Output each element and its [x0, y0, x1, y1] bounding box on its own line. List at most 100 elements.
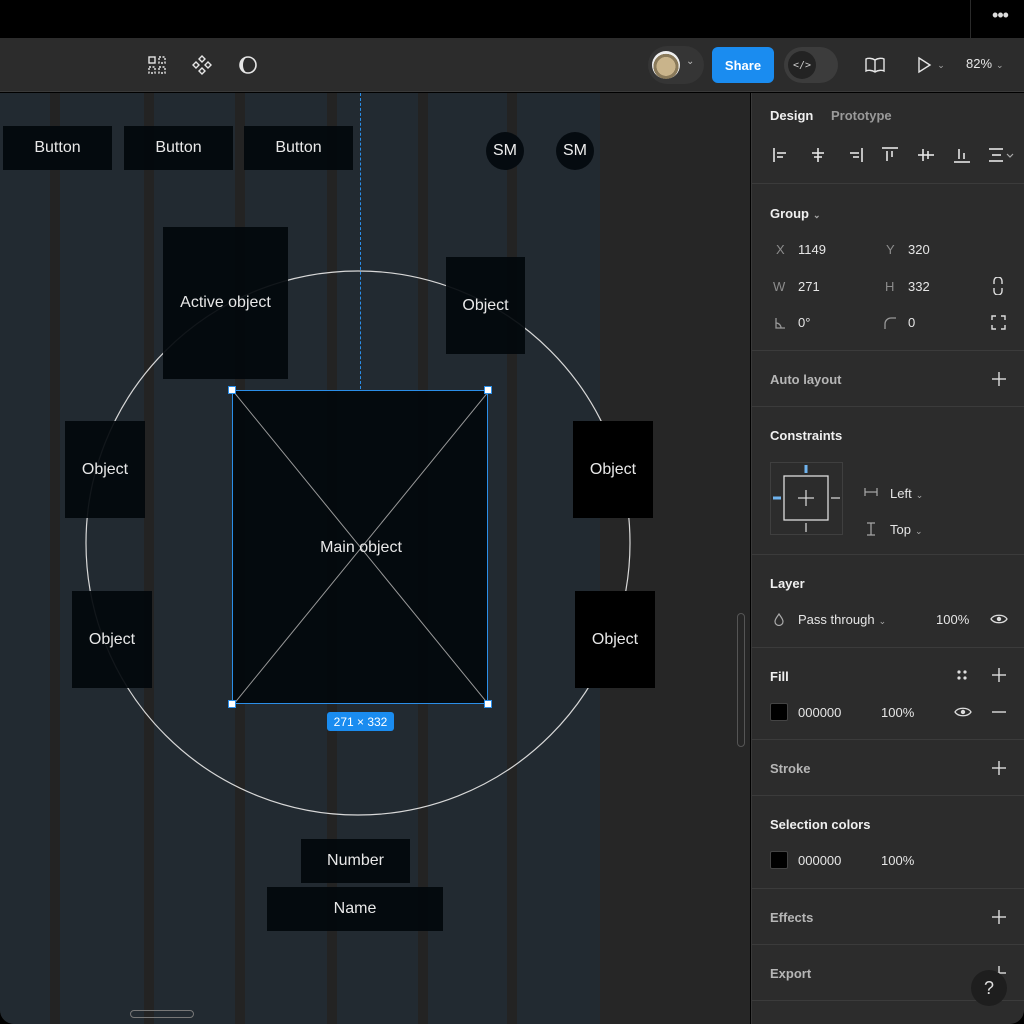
vertical-scrollbar[interactable]	[737, 613, 745, 747]
corner-radius-input[interactable]: 0	[908, 315, 915, 330]
layer-section: Layer Pass through ⌄ 100%	[752, 555, 1024, 648]
rotation-input[interactable]: 0°	[798, 315, 810, 330]
selection-color-swatch[interactable]	[770, 851, 788, 869]
tab-design[interactable]: Design	[770, 108, 813, 123]
chevron-down-icon: ⌄	[915, 490, 924, 500]
present-play-button[interactable]: ⌄	[910, 52, 950, 78]
x-input[interactable]: 1149	[798, 242, 826, 257]
user-avatar-menu[interactable]: ⌄	[648, 46, 704, 84]
components-icon[interactable]	[189, 52, 215, 78]
remove-fill-icon[interactable]	[991, 704, 1007, 720]
h-label: H	[885, 279, 895, 294]
zoom-level-value: 82%	[966, 56, 993, 71]
object-block[interactable]: Object	[575, 591, 655, 688]
blend-mode-dropdown[interactable]: Pass through ⌄	[798, 612, 886, 627]
add-auto-layout-icon[interactable]	[991, 371, 1007, 387]
avatar	[652, 51, 680, 79]
design-canvas[interactable]: Button Button Button SM SM Active object…	[0, 93, 750, 1024]
w-label: W	[773, 279, 786, 294]
constrain-proportions-icon[interactable]	[992, 277, 1004, 295]
add-effect-icon[interactable]	[991, 909, 1007, 925]
corner-radius-icon	[884, 317, 896, 329]
number-block[interactable]: Number	[301, 839, 410, 883]
toolbar: ⌄ Share </> ⌄ 82% ⌄	[0, 38, 1024, 92]
chevron-down-icon: ⌄	[878, 616, 887, 626]
add-stroke-icon[interactable]	[991, 760, 1007, 776]
align-right-icon[interactable]	[842, 145, 866, 165]
code-icon: </>	[788, 51, 816, 79]
independent-corners-icon[interactable]	[991, 315, 1006, 330]
align-vertical-center-icon[interactable]	[914, 145, 938, 165]
panel-header-section: Design Prototype	[752, 93, 1024, 184]
selection-color-hex[interactable]: 000000	[798, 853, 841, 868]
resize-handle-top-right[interactable]	[484, 386, 492, 394]
object-block[interactable]: Object	[573, 421, 653, 518]
object-block[interactable]: Object	[446, 257, 525, 354]
horizontal-constraint-dropdown[interactable]: Left ⌄	[890, 486, 923, 501]
fill-hex-input[interactable]: 000000	[798, 705, 841, 720]
dev-mode-toggle[interactable]: </>	[784, 47, 838, 83]
avatar-sm[interactable]: SM	[556, 132, 594, 170]
object-block[interactable]: Object	[65, 421, 145, 518]
contrast-theme-icon[interactable]	[235, 52, 261, 78]
group-title: Group	[770, 206, 809, 221]
avatar-sm[interactable]: SM	[486, 132, 524, 170]
horizontal-constraint-icon	[864, 488, 878, 496]
chevron-down-icon: ⌄	[914, 526, 923, 536]
window-top-bar: •••	[0, 0, 1024, 38]
align-left-icon[interactable]	[770, 145, 794, 165]
export-title: Export	[770, 966, 812, 981]
vertical-constraint-icon	[867, 522, 875, 536]
eye-icon[interactable]	[954, 706, 972, 718]
object-block[interactable]: Object	[72, 591, 152, 688]
button-block[interactable]: Button	[244, 126, 353, 170]
alignment-toolbar	[770, 145, 1016, 165]
horizontal-scrollbar[interactable]	[130, 1010, 194, 1018]
group-section: Group ⌄ X 1149 Y 320 W 271 H 332 0° 0	[752, 184, 1024, 351]
help-button[interactable]: ?	[971, 970, 1007, 1006]
layer-opacity-input[interactable]: 100%	[936, 612, 969, 627]
width-input[interactable]: 271	[798, 279, 820, 294]
group-dropdown[interactable]: Group ⌄	[770, 206, 821, 221]
main-object-selection[interactable]: Main object	[228, 386, 492, 708]
layer-title: Layer	[770, 576, 805, 591]
share-button[interactable]: Share	[712, 47, 774, 83]
main-object-label: Main object	[320, 539, 402, 556]
rotation-icon	[775, 318, 785, 329]
grid-component-icon[interactable]	[144, 52, 170, 78]
button-block[interactable]: Button	[3, 126, 112, 170]
blend-mode-value: Pass through	[798, 612, 875, 627]
align-bottom-icon[interactable]	[950, 145, 974, 165]
stroke-title: Stroke	[770, 761, 811, 776]
align-top-icon[interactable]	[878, 145, 902, 165]
name-block[interactable]: Name	[267, 887, 443, 931]
zoom-level-dropdown[interactable]: 82% ⌄	[966, 56, 1004, 71]
resize-handle-bottom-left[interactable]	[228, 700, 236, 708]
height-input[interactable]: 332	[908, 279, 930, 294]
eye-icon[interactable]	[990, 613, 1008, 625]
style-grid-icon[interactable]	[956, 669, 968, 681]
add-fill-icon[interactable]	[991, 667, 1007, 683]
fill-color-swatch[interactable]	[770, 703, 788, 721]
blend-mode-drop-icon	[774, 613, 784, 626]
fill-opacity-input[interactable]: 100%	[881, 705, 914, 720]
library-book-icon[interactable]	[862, 52, 888, 78]
vertical-constraint-dropdown[interactable]: Top ⌄	[890, 522, 923, 537]
constraints-widget[interactable]	[770, 462, 843, 535]
resize-handle-top-left[interactable]	[228, 386, 236, 394]
auto-layout-title: Auto layout	[770, 372, 842, 387]
align-horizontal-center-icon[interactable]	[806, 145, 830, 165]
auto-layout-section: Auto layout	[752, 351, 1024, 407]
selection-color-opacity[interactable]: 100%	[881, 853, 914, 868]
resize-handle-bottom-right[interactable]	[484, 700, 492, 708]
active-object[interactable]: Active object	[163, 227, 288, 379]
fill-section: Fill 000000 100%	[752, 648, 1024, 740]
y-input[interactable]: 320	[908, 242, 930, 257]
distribute-spacing-icon[interactable]	[986, 145, 1016, 165]
more-options-icon[interactable]: •••	[986, 6, 1014, 26]
tab-prototype[interactable]: Prototype	[831, 108, 892, 123]
vertical-constraint-value: Top	[890, 522, 911, 537]
button-block[interactable]: Button	[124, 126, 233, 170]
effects-title: Effects	[770, 910, 814, 925]
constraints-title: Constraints	[770, 428, 843, 443]
